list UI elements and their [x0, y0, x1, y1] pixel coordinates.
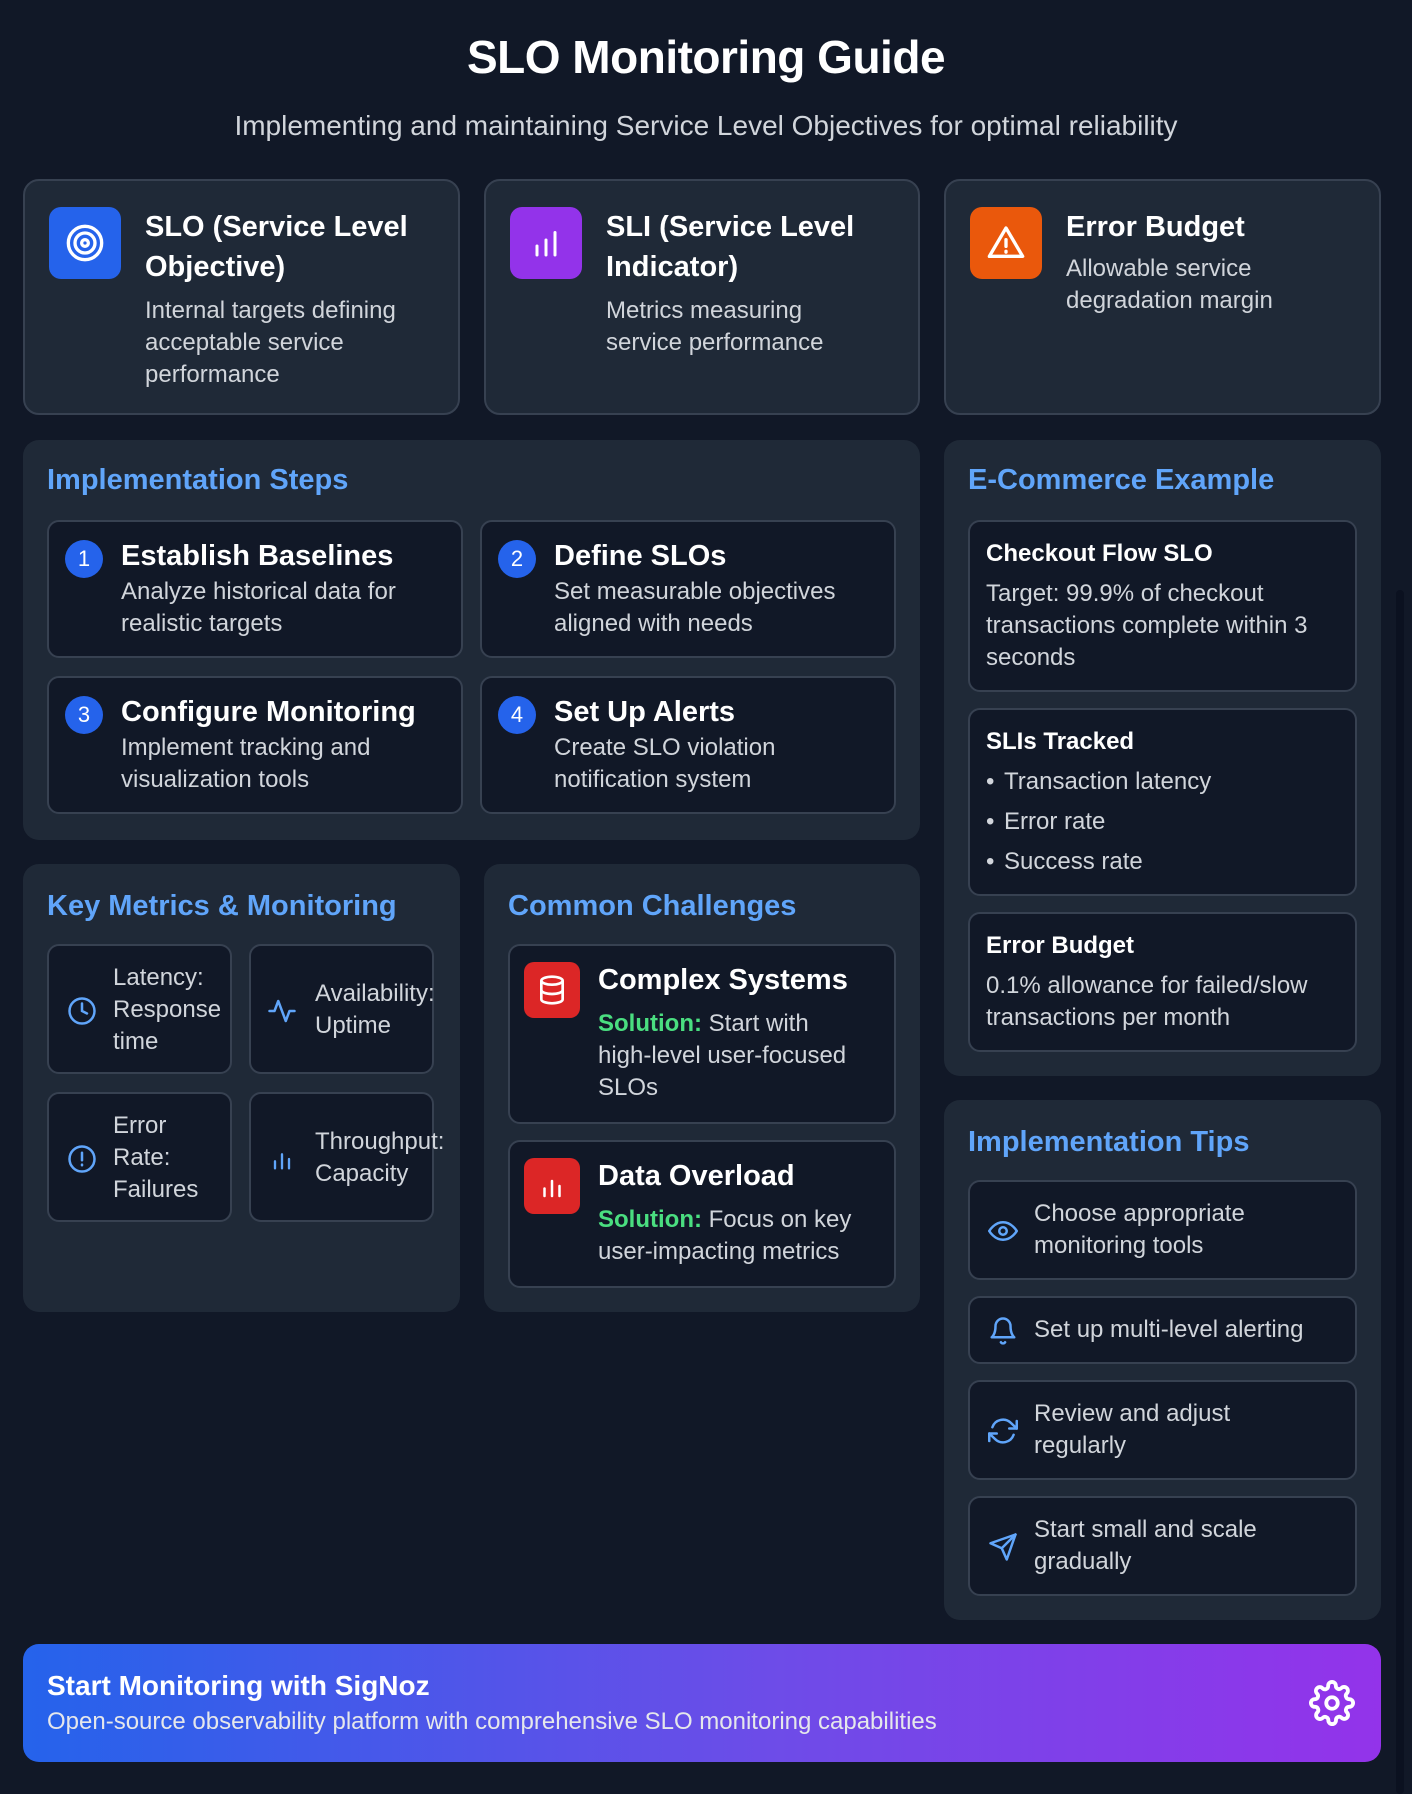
eye-icon — [986, 1214, 1020, 1248]
list-item: • Transaction latency — [986, 768, 1212, 795]
slo-definition-card: SLO (Service Level Objective) Internal t… — [23, 179, 460, 415]
tip-card: Set up multi-level alerting — [968, 1296, 1357, 1364]
step-description: Implement tracking and visualization too… — [121, 734, 371, 793]
step-card: 3 Configure Monitoring Implement trackin… — [47, 676, 463, 814]
tip-label: Review and adjust regularly — [1034, 1400, 1231, 1459]
refresh-icon — [986, 1414, 1020, 1448]
tip-label: Set up multi-level alerting — [1034, 1316, 1304, 1343]
example-card-description: 0.1% allowance for failed/slow transacti… — [986, 972, 1308, 1031]
implementation-steps-panel: Implementation Steps 1 Establish Baselin… — [23, 440, 920, 840]
step-number: 2 — [498, 540, 536, 578]
challenge-card: Data Overload Solution: Focus on key use… — [508, 1140, 896, 1288]
step-number: 3 — [65, 696, 103, 734]
section-title: E-Commerce Example — [968, 464, 1275, 496]
challenge-solution: Solution: Focus on key user-impacting me… — [598, 1206, 852, 1265]
challenge-title: Data Overload — [598, 1160, 795, 1192]
card-title: Error Budget — [1066, 211, 1245, 243]
step-number: 4 — [498, 696, 536, 734]
step-description: Set measurable objectives aligned with n… — [554, 578, 836, 637]
list-item: • Success rate — [986, 848, 1143, 875]
banner-title: Start Monitoring with SigNoz — [47, 1670, 430, 1701]
step-description: Create SLO violation notification system — [554, 734, 776, 793]
step-title: Set Up Alerts — [554, 696, 736, 728]
tip-label: Choose appropriate monitoring tools — [1034, 1200, 1245, 1259]
bell-icon — [986, 1314, 1020, 1348]
section-title: Key Metrics & Monitoring — [47, 890, 397, 922]
example-card-description: Target: 99.9% of checkout transactions c… — [986, 580, 1308, 671]
step-card: 1 Establish Baselines Analyze historical… — [47, 520, 463, 658]
common-challenges-panel: Common Challenges Complex Systems Soluti… — [484, 864, 920, 1312]
tip-card: Choose appropriate monitoring tools — [968, 1180, 1357, 1280]
key-metrics-panel: Key Metrics & Monitoring Latency: Respon… — [23, 864, 460, 1312]
metric-label: Latency: Response time — [113, 964, 222, 1055]
step-title: Establish Baselines — [121, 540, 394, 572]
gear-icon — [1309, 1680, 1355, 1726]
bar-chart-icon — [510, 207, 582, 279]
card-description: Allowable service degradation margin — [1066, 255, 1273, 314]
signoz-cta-banner[interactable]: Start Monitoring with SigNoz Open-source… — [23, 1644, 1381, 1762]
metric-card: Latency: Response time — [47, 944, 232, 1074]
alert-circle-icon — [65, 1142, 99, 1176]
tip-card: Review and adjust regularly — [968, 1380, 1357, 1480]
target-icon — [49, 207, 121, 279]
step-title: Configure Monitoring — [121, 696, 416, 728]
card-title: SLI (Service Level Indicator) — [606, 211, 855, 283]
card-description: Internal targets defining acceptable ser… — [145, 297, 396, 388]
bar-chart-icon — [524, 1158, 580, 1214]
challenge-solution: Solution: Start with high-level user-foc… — [598, 1010, 847, 1101]
warning-icon — [970, 207, 1042, 279]
step-card: 2 Define SLOs Set measurable objectives … — [480, 520, 896, 658]
clock-icon — [65, 994, 99, 1028]
sli-definition-card: SLI (Service Level Indicator) Metrics me… — [484, 179, 920, 415]
metric-card: Throughput: Capacity — [249, 1092, 444, 1222]
metric-card: Availability: Uptime — [249, 944, 435, 1074]
section-title: Implementation Steps — [47, 464, 349, 496]
page-subtitle: Implementing and maintaining Service Lev… — [234, 110, 1178, 141]
example-card-title: Error Budget — [986, 932, 1135, 959]
error-budget-definition-card: Error Budget Allowable service degradati… — [944, 179, 1381, 415]
metric-card: Error Rate: Failures — [47, 1092, 232, 1222]
banner-description: Open-source observability platform with … — [47, 1708, 937, 1735]
error-budget-card: Error Budget 0.1% allowance for failed/s… — [968, 912, 1357, 1052]
section-title: Common Challenges — [508, 890, 797, 922]
page-scrollbar[interactable] — [1396, 590, 1404, 1794]
implementation-tips-panel: Implementation Tips Choose appropriate m… — [944, 1100, 1381, 1620]
bar-chart-icon — [265, 1142, 299, 1176]
list-item: • Error rate — [986, 808, 1106, 835]
slis-tracked-card: SLIs Tracked • Transaction latency • Error… — [968, 708, 1357, 896]
section-title: Implementation Tips — [968, 1126, 1250, 1158]
example-card-title: SLIs Tracked — [986, 728, 1135, 755]
card-description: Metrics measuring service performance — [606, 297, 824, 356]
send-icon — [986, 1530, 1020, 1564]
database-icon — [524, 962, 580, 1018]
step-description: Analyze historical data for realistic ta… — [121, 578, 396, 637]
page-title: SLO Monitoring Guide — [466, 31, 946, 83]
step-title: Define SLOs — [554, 540, 727, 572]
step-card: 4 Set Up Alerts Create SLO violation not… — [480, 676, 896, 814]
example-card-title: Checkout Flow SLO — [986, 540, 1213, 567]
metric-label: Throughput: Capacity — [315, 1128, 445, 1187]
activity-icon — [265, 994, 299, 1028]
ecommerce-example-panel: E-Commerce Example Checkout Flow SLO Tar… — [944, 440, 1381, 1076]
step-number: 1 — [65, 540, 103, 578]
metric-label: Availability: Uptime — [315, 980, 435, 1039]
challenge-title: Complex Systems — [598, 964, 848, 996]
challenge-card: Complex Systems Solution: Start with hig… — [508, 944, 896, 1124]
tip-card: Start small and scale gradually — [968, 1496, 1357, 1596]
card-title: SLO (Service Level Objective) — [145, 211, 408, 283]
checkout-slo-card: Checkout Flow SLO Target: 99.9% of check… — [968, 520, 1357, 692]
tip-label: Start small and scale gradually — [1034, 1516, 1257, 1575]
metric-label: Error Rate: Failures — [113, 1112, 199, 1203]
